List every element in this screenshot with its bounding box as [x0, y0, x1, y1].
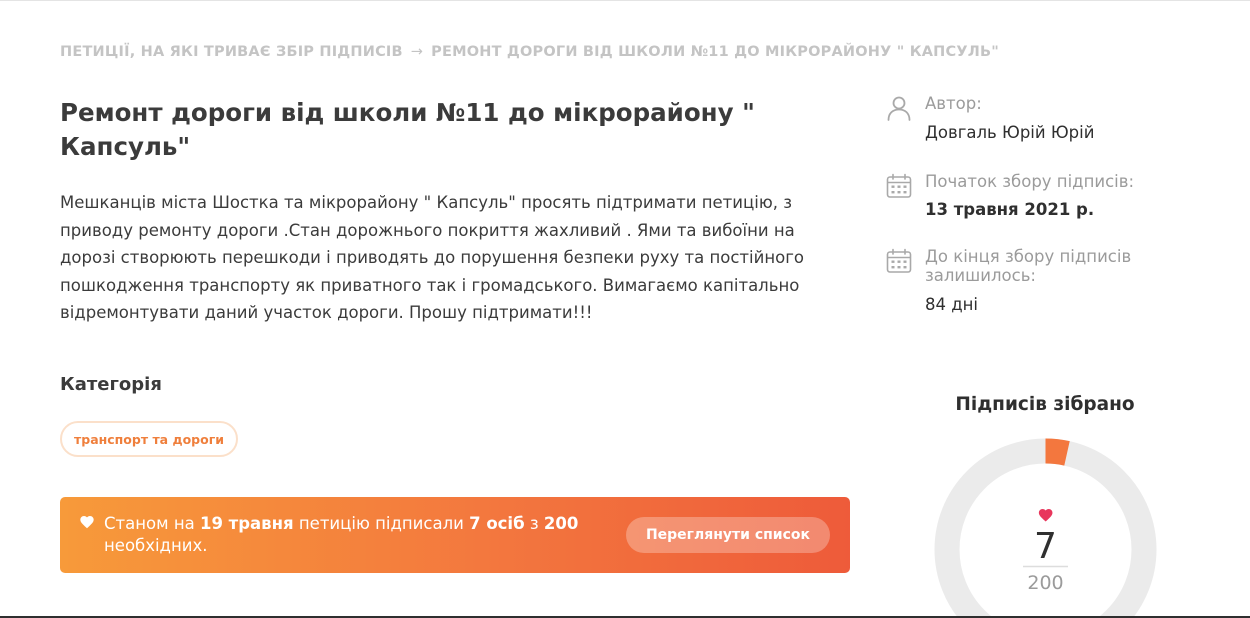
status-prefix: Станом на	[104, 514, 195, 533]
calendar-icon	[886, 248, 912, 273]
progress-ring-fill	[1045, 438, 1070, 466]
breadcrumb-current: РЕМОНТ ДОРОГИ ВІД ШКОЛИ №11 ДО МІКРОРАЙО…	[431, 44, 999, 60]
user-icon	[887, 96, 911, 121]
signatures-heading: Підписів зібрано	[955, 394, 1135, 415]
author-name: Довгаль Юрій Юрій	[925, 123, 1095, 142]
signature-progress-ring: 7 200	[934, 438, 1157, 618]
status-date: 19 травня	[199, 514, 294, 533]
goal-count: 200	[1027, 572, 1063, 594]
remaining-value: 84 дні	[925, 295, 979, 314]
start-date-value: 13 травня 2021 р.	[925, 200, 1095, 219]
top-divider	[0, 0, 1250, 1]
breadcrumb: ПЕТИЦІЇ, НА ЯКІ ТРИВАЄ ЗБІР ПІДПИСІВ → РЕМ…	[60, 44, 999, 60]
breadcrumb-arrow-icon: →	[410, 44, 424, 60]
heart-icon	[80, 516, 94, 529]
view-signers-button[interactable]: Переглянути список	[626, 517, 830, 553]
category-heading: Категорія	[60, 374, 162, 395]
calendar-icon	[886, 173, 912, 198]
petition-description: Мешканців міста Шостка та мікрорайону " …	[60, 193, 804, 322]
collected-count: 7	[1034, 526, 1057, 567]
status-middle: петицію підписали	[298, 514, 464, 533]
status-suffix: необхідних.	[104, 536, 208, 555]
status-from: з	[529, 514, 539, 533]
signature-status-bar: Станом на 19 травня петицію підписали 7 …	[60, 497, 850, 573]
category-tag[interactable]: транспорт та дороги	[60, 421, 238, 457]
petition-title: Ремонт дороги від школи №11 до мікрорайо…	[60, 98, 755, 161]
breadcrumb-parent-link[interactable]: ПЕТИЦІЇ, НА ЯКІ ТРИВАЄ ЗБІР ПІДПИСІВ	[60, 44, 403, 60]
author-label: Автор:	[925, 94, 982, 113]
heart-icon	[1038, 509, 1053, 522]
status-count: 7 осіб	[469, 514, 525, 533]
signature-status-text: Станом на 19 травня петицію підписали 7 …	[104, 513, 624, 557]
start-date-label: Початок збору підписів:	[925, 172, 1135, 191]
status-goal: 200	[543, 514, 579, 533]
remaining-label: До кінця збору підписів залишилось:	[925, 247, 1132, 285]
